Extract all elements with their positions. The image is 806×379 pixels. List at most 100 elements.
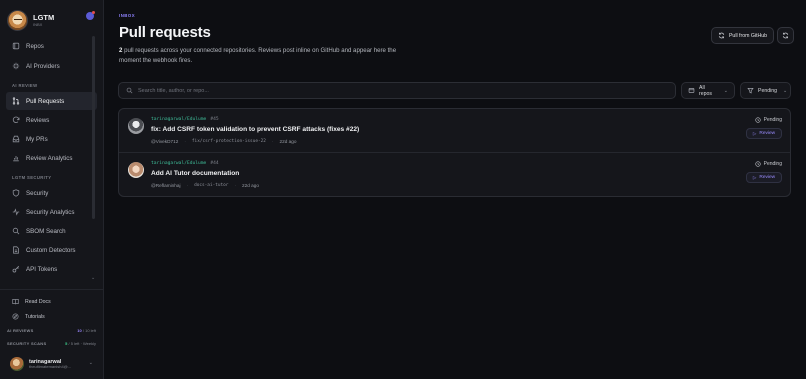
review-label: Review — [759, 131, 776, 136]
section-label-ai-review: AI REVIEW — [12, 82, 38, 88]
sidebar-item-security-analytics[interactable]: Security Analytics — [6, 203, 97, 221]
sidebar-item-label: Reviews — [26, 116, 50, 124]
tutorials-link[interactable]: Tutorials — [0, 309, 104, 324]
avatar — [128, 118, 144, 134]
list-item[interactable]: tarinagarwal/Edulume #44 Add AI Tutor doc… — [119, 153, 790, 196]
repo-filter-value: All repos — [699, 84, 712, 97]
key-icon — [12, 265, 20, 273]
read-docs-label: Read Docs — [25, 298, 51, 305]
sidebar-item-label: Pull Requests — [26, 97, 65, 105]
pr-meta: @Reflaminhaj · docs-ai-tutor · 22d ago — [151, 183, 259, 188]
chart-icon — [12, 154, 20, 162]
brand[interactable]: LGTM INBX — [0, 0, 103, 34]
description-text: pull requests across your connected repo… — [119, 47, 397, 64]
sparkle-icon — [12, 62, 20, 70]
sidebar-item-my-prs[interactable]: My PRs — [6, 130, 97, 148]
section-label-security: LGTM SECURITY — [12, 174, 52, 180]
sidebar-item-label: API Tokens — [26, 265, 58, 273]
pull-from-github-label: Pull from GitHub — [728, 32, 768, 39]
sidebar-item-label: Review Analytics — [26, 154, 73, 162]
search-bar[interactable] — [118, 82, 676, 99]
file-icon — [12, 246, 20, 254]
review-button[interactable]: ▷ Review — [746, 172, 782, 183]
sidebar-item-label: Security — [26, 189, 49, 197]
brand-sub: INBX — [33, 22, 43, 28]
page-title: Pull requests — [119, 24, 211, 41]
sidebar-item-label: Security Analytics — [26, 208, 75, 216]
pr-number: #44 — [210, 161, 219, 166]
pr-repo: tarinagarwal/Edulume — [151, 117, 207, 122]
tutorials-label: Tutorials — [25, 313, 45, 320]
sidebar-item-sbom-search[interactable]: SBOM Search — [6, 222, 97, 240]
pr-branch: docs-ai-tutor — [194, 183, 229, 188]
pr-meta: @VivekD712 · fix/csrf-protection-issue-2… — [151, 139, 296, 144]
sidebar-item-reviews[interactable]: Reviews — [6, 111, 97, 129]
sidebar-item-api-tokens[interactable]: API Tokens — [6, 260, 97, 278]
chevron-down-icon: ⌄ — [783, 87, 788, 94]
activity-icon — [12, 208, 20, 216]
sidebar-item-label: SBOM Search — [26, 227, 66, 235]
chevron-updown-icon[interactable]: ⌄ — [89, 360, 93, 366]
review-button[interactable]: ▷ Review — [746, 128, 782, 139]
play-icon: ▷ — [752, 174, 757, 180]
review-label: Review — [759, 175, 776, 180]
sidebar-item-security[interactable]: Security — [6, 184, 97, 202]
pr-branch: fix/csrf-protection-issue-22 — [191, 139, 266, 144]
sidebar-item-label: AI Providers — [26, 62, 60, 70]
status-filter-value: Pending — [758, 87, 778, 94]
pr-age: 22d ago — [242, 183, 259, 188]
chevron-down-icon: ⌄ — [723, 87, 728, 94]
search-input[interactable] — [138, 87, 638, 94]
sidebar-item-label: Custom Detectors — [26, 246, 76, 254]
ai-reviews-usage: AI REVIEWS 10 / 10 left — [0, 324, 104, 337]
sidebar-item-repos[interactable]: Repos — [6, 37, 97, 55]
notification-icon[interactable] — [86, 11, 95, 20]
security-scans-rest: / 5 left · Weekly — [68, 341, 97, 346]
pr-number: #45 — [210, 117, 219, 122]
sidebar-item-pull-requests[interactable]: Pull Requests — [6, 92, 97, 110]
pr-age: 22d ago — [279, 139, 297, 144]
shield-icon — [12, 189, 20, 197]
security-scans-label: SECURITY SCANS — [7, 341, 47, 346]
brand-name: LGTM — [33, 12, 55, 22]
page-description: 2 pull requests across your connected re… — [119, 46, 409, 66]
refresh-button[interactable] — [777, 27, 794, 44]
security-scans-used: 5 — [65, 341, 68, 346]
separator: · — [186, 183, 189, 188]
list-item[interactable]: tarinagarwal/Edulume #45 fix: Add CSRF to… — [119, 109, 790, 153]
separator: · — [184, 139, 186, 144]
pr-author: @VivekD712 — [151, 139, 179, 144]
avatar — [10, 357, 24, 371]
brand-logo — [7, 10, 28, 31]
pr-title[interactable]: fix: Add CSRF token validation to preven… — [151, 126, 359, 133]
compass-icon — [12, 313, 19, 320]
pr-repo-line: tarinagarwal/Edulume #44 — [151, 161, 219, 166]
sidebar-item-review-analytics[interactable]: Review Analytics — [6, 149, 97, 167]
main-content: INBOX Pull requests 2 pull requests acro… — [104, 0, 806, 379]
repo-icon — [12, 42, 20, 50]
sidebar-item-label: My PRs — [26, 135, 48, 143]
sidebar-item-ai-providers[interactable]: AI Providers — [6, 57, 97, 75]
ai-reviews-label: AI REVIEWS — [7, 328, 34, 333]
sidebar-scrollbar[interactable] — [92, 36, 95, 219]
pull-request-icon — [12, 97, 20, 105]
pr-repo-line: tarinagarwal/Edulume #45 — [151, 117, 219, 122]
pull-request-list: tarinagarwal/Edulume #45 fix: Add CSRF to… — [118, 108, 791, 197]
security-scans-usage: SECURITY SCANS 5 / 5 left · Weekly — [0, 337, 104, 350]
ai-reviews-used: 10 — [77, 328, 82, 333]
chevron-down-icon[interactable]: ⌄ — [91, 275, 95, 281]
clock-icon — [755, 161, 761, 167]
sidebar-item-custom-detectors[interactable]: Custom Detectors — [6, 241, 97, 259]
repo-filter-dropdown[interactable]: All repos ⌄ — [681, 82, 735, 99]
search-icon — [126, 87, 133, 94]
pr-title[interactable]: Add AI Tutor documentation — [151, 170, 239, 177]
read-docs-link[interactable]: Read Docs — [0, 294, 104, 309]
status-filter-dropdown[interactable]: Pending ⌄ — [740, 82, 791, 99]
pr-author: @Reflaminhaj — [151, 183, 181, 188]
status-label: Pending — [763, 161, 782, 167]
page-eyebrow: INBOX — [119, 13, 136, 18]
status-label: Pending — [763, 117, 782, 123]
refresh-icon — [782, 32, 789, 39]
refresh-icon — [12, 116, 20, 124]
pull-from-github-button[interactable]: Pull from GitHub — [711, 27, 774, 44]
